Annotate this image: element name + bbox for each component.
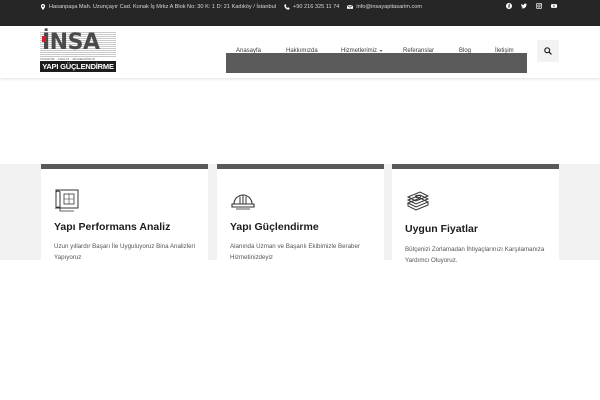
instagram-icon bbox=[536, 3, 542, 9]
nav-item-hakkimizda[interactable]: Hakkımızda bbox=[286, 48, 318, 54]
contact-info: Hasanpaşa Mah. Uzunçayır Cad. Konak İş M… bbox=[40, 0, 422, 13]
nav-highlight-bar bbox=[226, 53, 527, 73]
phone-item[interactable]: +90 216 325 11 74 bbox=[284, 3, 339, 10]
address-text: Hasanpaşa Mah. Uzunçayır Cad. Konak İş M… bbox=[49, 3, 276, 10]
nav-item-iletisim[interactable]: İletişim bbox=[495, 48, 514, 54]
site-logo[interactable]: İNSA TASARIM · ANALİZ · MÜHENDİSLİK YAPI… bbox=[40, 30, 116, 72]
logo-name: YAPI GÜÇLENDİRME bbox=[40, 61, 116, 72]
card-description: Bütçenizi Zorlamadan İhtiyaçlarınızı Kar… bbox=[405, 246, 545, 264]
twitter-icon bbox=[521, 3, 527, 9]
card-title: Yapı Performans Analiz bbox=[54, 221, 171, 233]
location-pin-icon bbox=[40, 3, 46, 10]
logo-red-accent bbox=[42, 36, 46, 42]
envelope-icon bbox=[347, 4, 354, 9]
nav-item-label: Referanslar bbox=[403, 48, 435, 54]
card-title: Uygun Fiyatlar bbox=[405, 223, 478, 235]
nav-item-referanslar[interactable]: Referanslar bbox=[403, 48, 434, 54]
nav-item-label: Blog bbox=[459, 48, 472, 54]
search-button[interactable] bbox=[537, 40, 559, 62]
email-text[interactable]: info@insayapitasarim.com bbox=[356, 4, 422, 10]
facebook-icon bbox=[506, 3, 512, 9]
card-title: Yapı Güçlendirme bbox=[230, 221, 319, 233]
nav-item-label: Anasayfa bbox=[236, 48, 262, 54]
phone-icon bbox=[284, 3, 290, 10]
facebook-link[interactable] bbox=[504, 1, 514, 11]
card-description: Alanında Uzman ve Başarılı Ekibimizle Be… bbox=[230, 243, 360, 261]
card-description: Uzun yıllardır Başarı İle Uyguluyoruz Bi… bbox=[54, 243, 195, 261]
youtube-icon bbox=[551, 4, 557, 8]
email-item[interactable]: info@insayapitasarim.com bbox=[347, 4, 422, 10]
chevron-down-icon bbox=[379, 50, 383, 52]
search-icon bbox=[544, 47, 552, 55]
top-info-bar: Hasanpaşa Mah. Uzunçayır Cad. Konak İş M… bbox=[0, 0, 600, 26]
blueprint-icon bbox=[54, 187, 80, 213]
social-links bbox=[504, 1, 559, 11]
instagram-link[interactable] bbox=[534, 1, 544, 11]
feature-card: Yapı Güçlendirme Alanında Uzman ve Başar… bbox=[217, 164, 384, 261]
nav-item-anasayfa[interactable]: Anasayfa bbox=[236, 48, 261, 54]
money-stack-icon bbox=[405, 187, 431, 213]
phone-text[interactable]: +90 216 325 11 74 bbox=[293, 4, 339, 10]
address-item: Hasanpaşa Mah. Uzunçayır Cad. Konak İş M… bbox=[40, 3, 276, 10]
nav-item-label: Hakkımızda bbox=[286, 48, 318, 54]
twitter-link[interactable] bbox=[519, 1, 529, 11]
hardhat-icon bbox=[230, 187, 256, 213]
feature-card: Uygun Fiyatlar Bütçenizi Zorlamadan İhti… bbox=[392, 164, 559, 264]
logo-mark-text: İNSA bbox=[42, 30, 100, 55]
youtube-link[interactable] bbox=[549, 1, 559, 11]
feature-card: Yapı Performans Analiz Uzun yıllardır Ba… bbox=[41, 164, 208, 261]
nav-item-label: Hizmetlerimiz bbox=[341, 48, 377, 54]
nav-item-label: İletişim bbox=[495, 48, 514, 54]
nav-item-blog[interactable]: Blog bbox=[459, 48, 471, 54]
nav-item-hizmetlerimiz[interactable]: Hizmetlerimiz bbox=[341, 48, 383, 54]
